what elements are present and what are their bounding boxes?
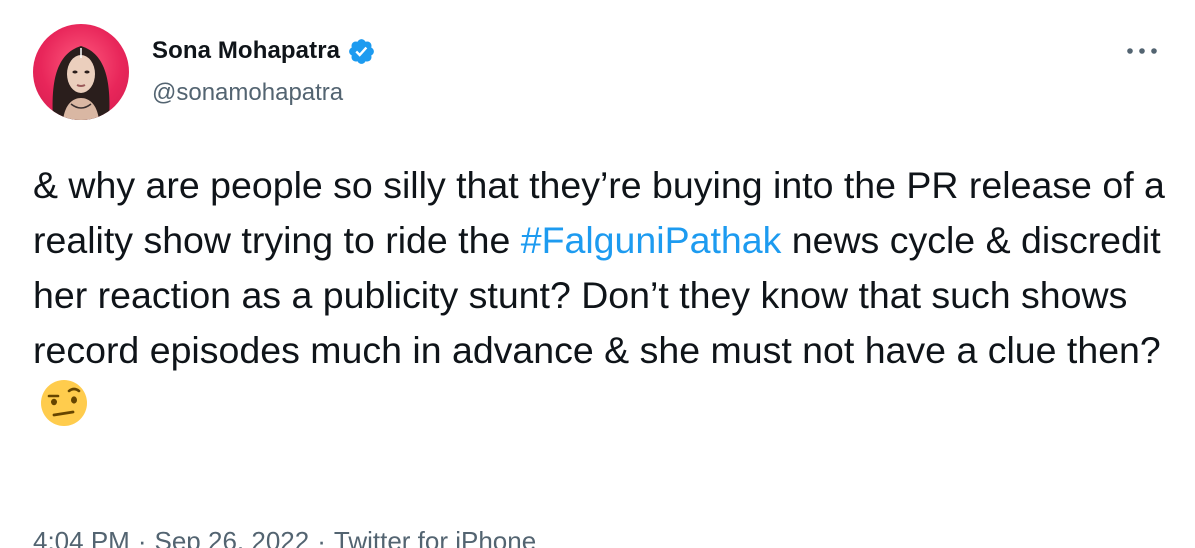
verified-badge-icon bbox=[347, 37, 376, 66]
author-handle[interactable]: @sonamohapatra bbox=[152, 79, 343, 107]
more-options-button[interactable] bbox=[1122, 36, 1162, 66]
author-name-row: Sona Mohapatra bbox=[152, 36, 376, 66]
author-display-name[interactable]: Sona Mohapatra bbox=[152, 37, 340, 65]
tweet-card: Sona Mohapatra @sonamohapatra & why are … bbox=[0, 0, 1195, 548]
avatar-portrait-image bbox=[52, 46, 110, 120]
meta-separator: · bbox=[137, 526, 147, 548]
tweet-date[interactable]: Sep 26, 2022 bbox=[155, 526, 310, 548]
meta-separator: · bbox=[317, 526, 326, 548]
hashtag-link[interactable]: #FalguniPathak bbox=[521, 219, 782, 261]
tweet-text: & why are people so silly that they’re b… bbox=[33, 158, 1173, 433]
tweet-time[interactable]: 4:04 PM bbox=[33, 526, 130, 548]
more-options-icon bbox=[1127, 48, 1157, 54]
tweet-source[interactable]: Twitter for iPhone bbox=[334, 526, 536, 548]
avatar[interactable] bbox=[33, 24, 129, 120]
tweet-metadata: 4:04 PM · Sep 26, 2022 · Twitter for iPhone bbox=[33, 526, 536, 548]
face-with-raised-eyebrow-emoji bbox=[39, 378, 89, 428]
